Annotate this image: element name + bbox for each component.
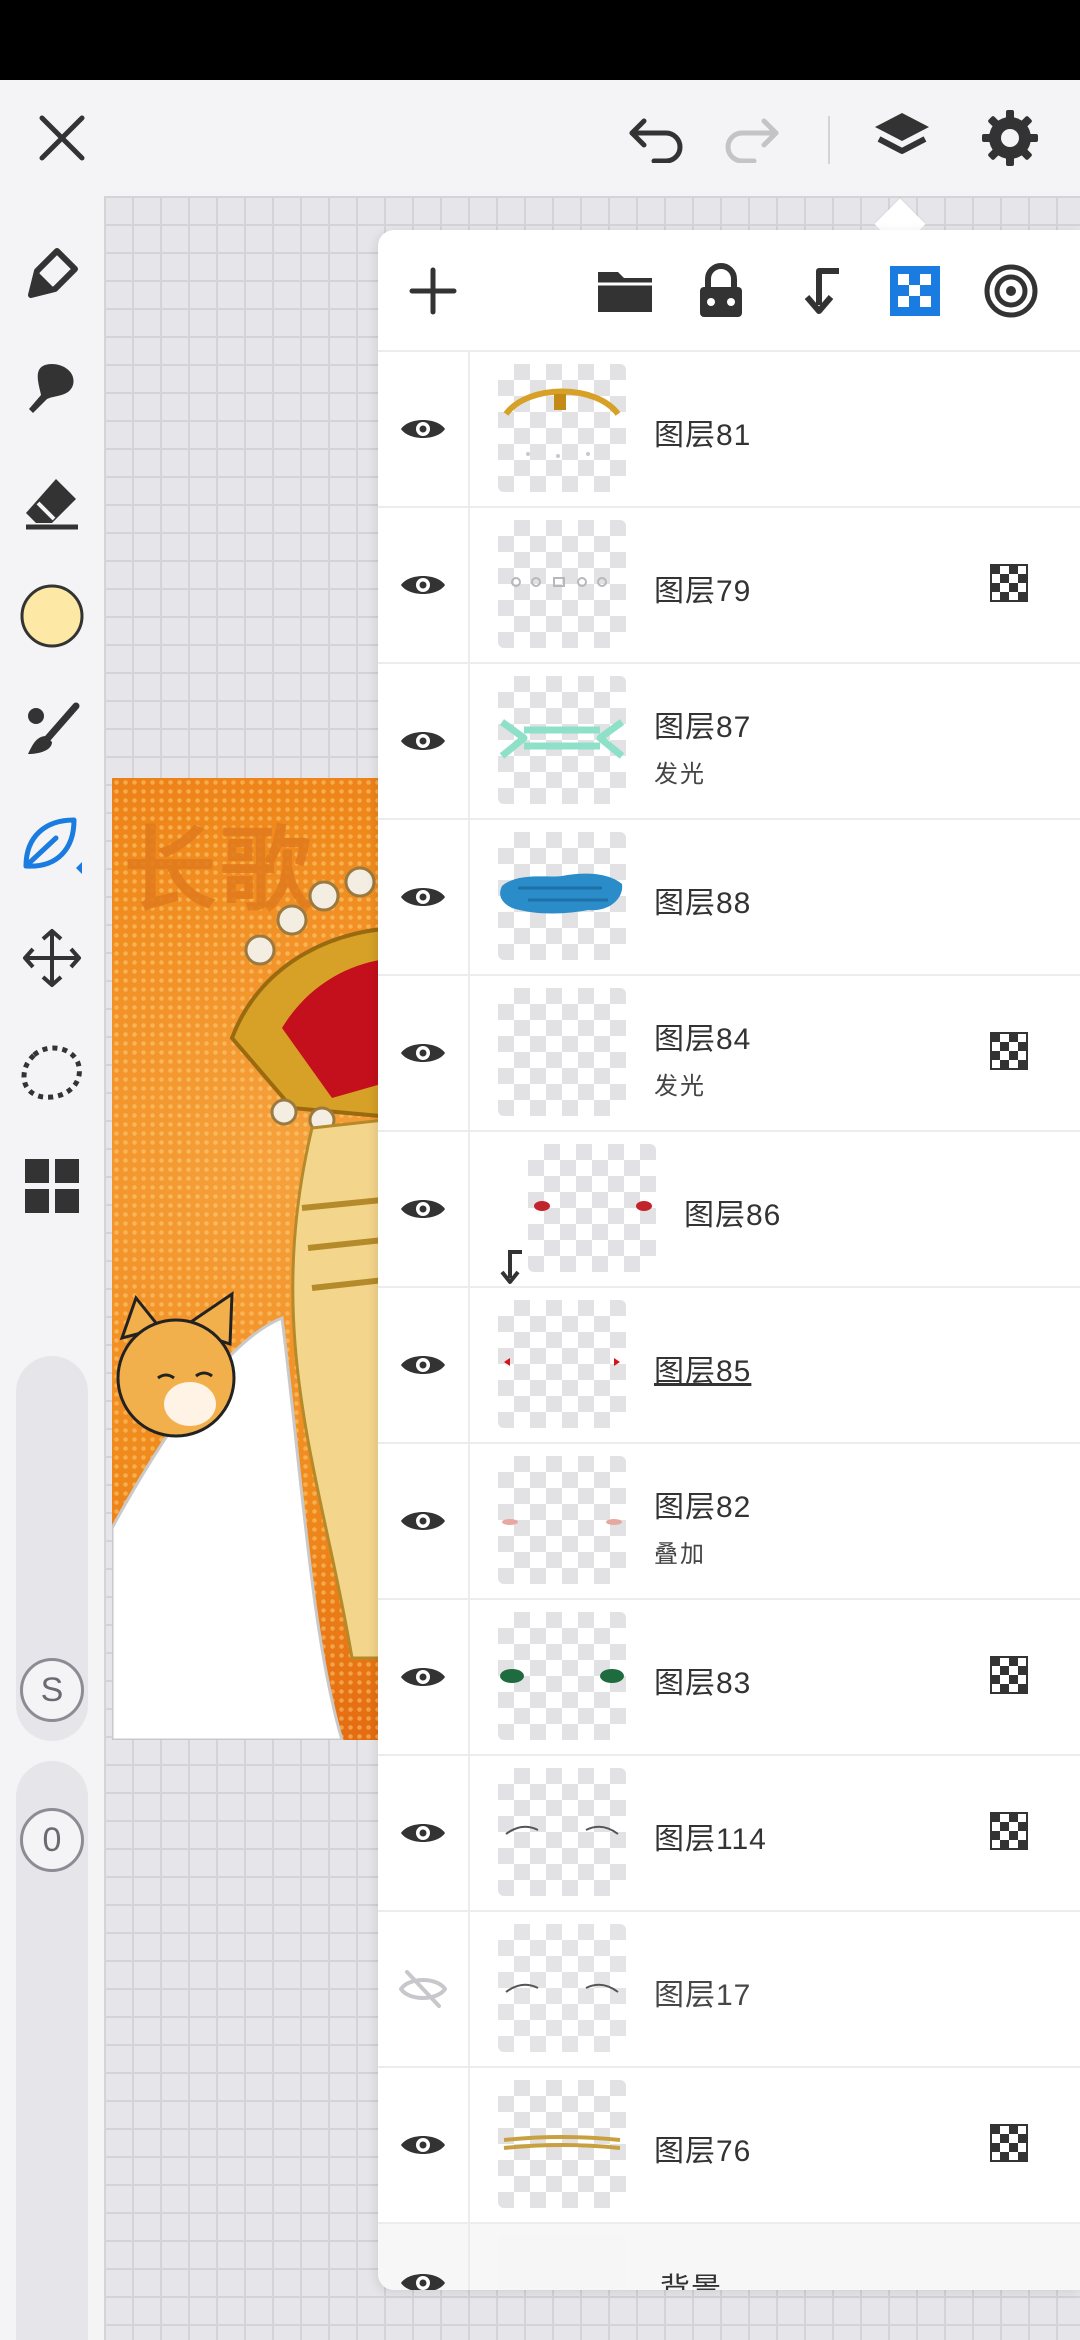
status-bar	[0, 0, 1080, 80]
layer-name: 图层82	[654, 1491, 752, 1524]
eye-icon[interactable]	[378, 1288, 470, 1442]
eye-icon[interactable]	[378, 2068, 470, 2222]
layer-row[interactable]: 图层79	[378, 508, 1080, 664]
alpha-lock-indicator-icon	[990, 2124, 1028, 2162]
layers-icon[interactable]	[866, 102, 938, 174]
grid-icon[interactable]	[14, 1148, 90, 1224]
eye-icon[interactable]	[378, 664, 470, 818]
layer-name: 图层76	[654, 2135, 752, 2168]
color-swatch[interactable]	[14, 578, 90, 654]
alpha-lock-indicator-icon	[990, 1812, 1028, 1850]
layer-name: 图层87	[654, 711, 752, 744]
target-icon[interactable]	[976, 256, 1046, 326]
alpha-lock-indicator-icon	[990, 1032, 1028, 1070]
artwork: 长歌	[112, 778, 392, 1740]
folder-icon[interactable]	[590, 256, 660, 326]
layer-thumbnail	[498, 2080, 626, 2208]
layer-panel-toolbar	[378, 230, 1080, 352]
tool-rail: S 0	[0, 196, 104, 2340]
size-badge: S	[20, 1658, 84, 1722]
eraser-icon[interactable]	[14, 464, 90, 540]
layer-name: 图层81	[654, 419, 752, 452]
layer-row[interactable]: 图层86	[378, 1132, 1080, 1288]
eye-icon[interactable]	[378, 1756, 470, 1910]
move-icon[interactable]	[14, 920, 90, 996]
artwork-illustration	[112, 866, 392, 1740]
layer-thumbnail	[498, 1768, 626, 1896]
eye-off-icon[interactable]	[378, 1912, 470, 2066]
gear-icon[interactable]	[974, 102, 1046, 174]
layer-thumbnail	[498, 1300, 626, 1428]
layer-row[interactable]: 图层76	[378, 2068, 1080, 2224]
layer-thumbnail	[498, 2234, 626, 2290]
eye-icon[interactable]	[378, 820, 470, 974]
layer-row[interactable]: 图层81	[378, 352, 1080, 508]
layer-name: 图层114	[654, 1823, 767, 1856]
alpha-lock-indicator-icon	[990, 1656, 1028, 1694]
layer-name: 图层17	[654, 1979, 752, 2012]
eye-icon[interactable]	[378, 2224, 470, 2290]
undo-icon[interactable]	[620, 102, 692, 174]
layer-name: 图层85	[654, 1355, 752, 1388]
layer-list: 图层81 图层79 图层87 发光 图层88 图层84 发光 图层86 图层85…	[378, 352, 1080, 2290]
add-icon[interactable]	[398, 256, 468, 326]
layer-thumbnail	[498, 1924, 626, 2052]
layer-row[interactable]: 图层87 发光	[378, 664, 1080, 820]
background-layer-row[interactable]: 背景	[378, 2224, 1080, 2290]
smudge-icon[interactable]	[14, 350, 90, 426]
lasso-icon[interactable]	[14, 1034, 90, 1110]
eye-icon[interactable]	[378, 508, 470, 662]
top-toolbar	[0, 80, 1080, 196]
brush-icon[interactable]	[14, 692, 90, 768]
layer-row[interactable]: 图层85	[378, 1288, 1080, 1444]
layer-name: 图层83	[654, 1667, 752, 1700]
layer-row[interactable]: 图层84 发光	[378, 976, 1080, 1132]
eye-icon[interactable]	[378, 1132, 470, 1286]
layer-row[interactable]: 图层82 叠加	[378, 1444, 1080, 1600]
blend-mode-label: 发光	[654, 761, 706, 788]
opacity-badge: 0	[20, 1808, 84, 1872]
layer-thumbnail	[498, 520, 626, 648]
layer-thumbnail	[498, 676, 626, 804]
leaf-icon[interactable]	[14, 806, 90, 882]
layer-name: 图层79	[654, 575, 752, 608]
redo-icon[interactable]	[716, 102, 788, 174]
layer-name: 图层86	[684, 1199, 782, 1232]
eye-icon[interactable]	[378, 976, 470, 1130]
lock-icon[interactable]	[686, 256, 756, 326]
layer-thumbnail	[528, 1144, 656, 1272]
blend-mode-label: 叠加	[654, 1541, 706, 1568]
clip-icon[interactable]	[784, 256, 854, 326]
layer-row[interactable]: 图层88	[378, 820, 1080, 976]
layer-name: 图层84	[654, 1023, 752, 1056]
layer-row[interactable]: 图层83	[378, 1600, 1080, 1756]
layer-thumbnail	[498, 988, 626, 1116]
clipping-mask-icon	[500, 1250, 522, 1284]
layer-row[interactable]: 图层17	[378, 1912, 1080, 2068]
close-icon[interactable]	[26, 102, 98, 174]
layer-thumbnail	[498, 1456, 626, 1584]
alpha-lock-indicator-icon	[990, 564, 1028, 602]
layer-panel: 图层81 图层79 图层87 发光 图层88 图层84 发光 图层86 图层85…	[378, 230, 1080, 2290]
alpha-lock-icon[interactable]	[880, 256, 950, 326]
layer-name: 图层88	[654, 887, 752, 920]
blend-mode-label: 发光	[654, 1073, 706, 1100]
layer-thumbnail	[498, 364, 626, 492]
toolbar-divider	[828, 116, 830, 164]
layer-row[interactable]: 图层114	[378, 1756, 1080, 1912]
layer-name: 背景	[660, 2273, 722, 2290]
eye-icon[interactable]	[378, 1600, 470, 1754]
eye-icon[interactable]	[378, 1444, 470, 1598]
layer-thumbnail	[498, 1612, 626, 1740]
pen-icon[interactable]	[14, 236, 90, 312]
eye-icon[interactable]	[378, 352, 470, 506]
layer-thumbnail	[498, 832, 626, 960]
